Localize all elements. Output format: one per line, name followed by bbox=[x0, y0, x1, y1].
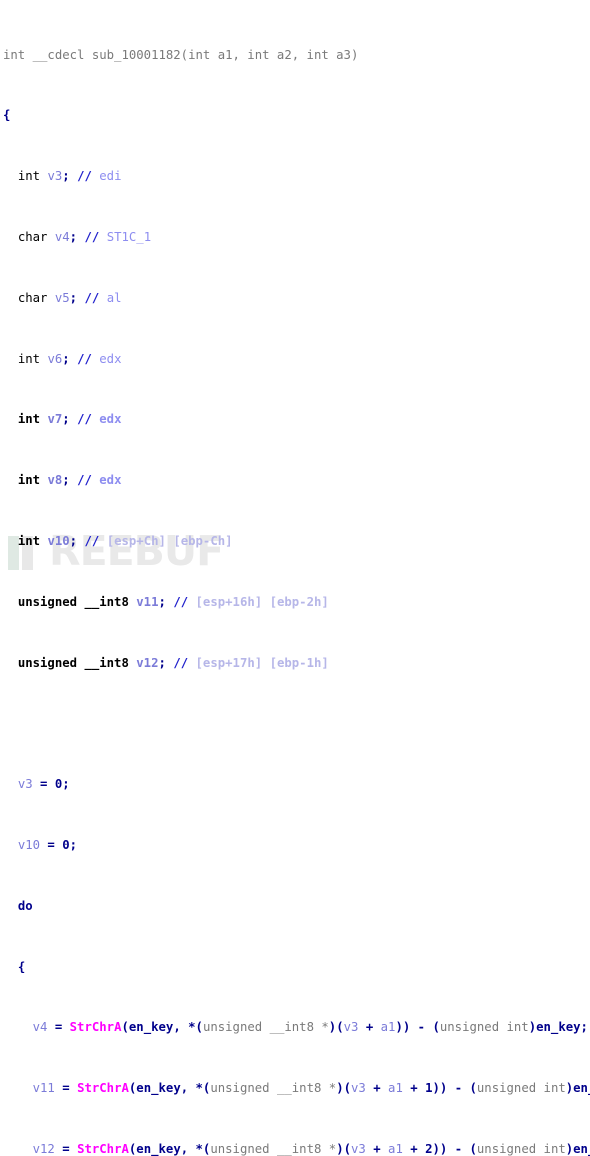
en-key-symbol[interactable]: en_key bbox=[573, 1081, 590, 1095]
decl-name: v10 bbox=[47, 533, 70, 548]
decl-name: v11 bbox=[136, 594, 159, 609]
decl-type: int bbox=[17, 412, 41, 427]
en-key-symbol[interactable]: en_key bbox=[573, 1142, 590, 1156]
code-line-init-v10[interactable]: v10 = 0; bbox=[3, 838, 590, 853]
decl-name: v7 bbox=[47, 412, 63, 427]
code-line-signature[interactable]: int __cdecl sub_10001182(int a1, int a2,… bbox=[3, 48, 590, 63]
decl-type: char bbox=[17, 230, 48, 244]
code-line-decl-v11[interactable]: unsigned __int8 v11; // [esp+16h] [ebp-2… bbox=[3, 595, 590, 610]
decl-name: v5 bbox=[54, 290, 70, 305]
code-line-do[interactable]: do bbox=[3, 899, 590, 914]
code-line-decl-v6[interactable]: int v6; // edx bbox=[3, 352, 590, 367]
decl-type: int bbox=[17, 473, 41, 488]
decl-type: unsigned __int8 bbox=[17, 594, 129, 609]
code-line-assign-v11[interactable]: v11 = StrChrA(en_key, *(unsigned __int8 … bbox=[3, 1081, 590, 1096]
decl-name: v6 bbox=[47, 351, 63, 366]
strchra-call[interactable]: StrChrA bbox=[77, 1142, 129, 1156]
en-key-symbol[interactable]: en_key bbox=[136, 1142, 180, 1156]
decl-name: v8 bbox=[47, 473, 63, 488]
decompiler-pseudocode-view[interactable]: REEBUF int __cdecl sub_10001182(int a1, … bbox=[0, 0, 590, 1156]
decl-type: int bbox=[17, 169, 41, 184]
decl-type: int bbox=[17, 533, 41, 548]
code-line-open-brace[interactable]: { bbox=[3, 108, 590, 123]
code-line-do-open[interactable]: { bbox=[3, 960, 590, 975]
code-line-decl-v8[interactable]: int v8; // edx bbox=[3, 473, 590, 488]
pseudocode-text[interactable]: int __cdecl sub_10001182(int a1, int a2,… bbox=[0, 0, 590, 1156]
decl-type: int bbox=[17, 351, 41, 366]
code-line-assign-v4[interactable]: v4 = StrChrA(en_key, *(unsigned __int8 *… bbox=[3, 1020, 590, 1035]
decl-type: unsigned __int8 bbox=[17, 655, 129, 670]
code-line-decl-v4[interactable]: char v4; // ST1C_1 bbox=[3, 230, 590, 245]
strchra-call[interactable]: StrChrA bbox=[77, 1081, 129, 1095]
code-line-decl-v10[interactable]: int v10; // [esp+Ch] [ebp-Ch] bbox=[3, 534, 590, 549]
decl-name: v12 bbox=[136, 655, 159, 670]
code-line-decl-v3[interactable]: int v3; // // ediedi bbox=[3, 169, 590, 184]
en-key-symbol[interactable]: en_key bbox=[129, 1020, 173, 1034]
code-line-decl-v12[interactable]: unsigned __int8 v12; // [esp+17h] [ebp-1… bbox=[3, 656, 590, 671]
decl-name: v4 bbox=[54, 230, 70, 244]
decl-name: v3 bbox=[47, 169, 63, 184]
code-line-init-v3[interactable]: v3 = 0; bbox=[3, 777, 590, 792]
code-line-decl-v7[interactable]: int v7; // edx bbox=[3, 412, 590, 427]
en-key-symbol[interactable]: en_key bbox=[136, 1081, 180, 1095]
function-signature: int __cdecl sub_10001182(int a1, int a2,… bbox=[3, 47, 359, 62]
code-line-assign-v12[interactable]: v12 = StrChrA(en_key, *(unsigned __int8 … bbox=[3, 1142, 590, 1156]
code-line-decl-v5[interactable]: char v5; // al bbox=[3, 291, 590, 306]
strchra-call[interactable]: StrChrA bbox=[70, 1020, 122, 1034]
decl-type: char bbox=[17, 290, 48, 305]
en-key-symbol[interactable]: en_key bbox=[536, 1020, 580, 1034]
